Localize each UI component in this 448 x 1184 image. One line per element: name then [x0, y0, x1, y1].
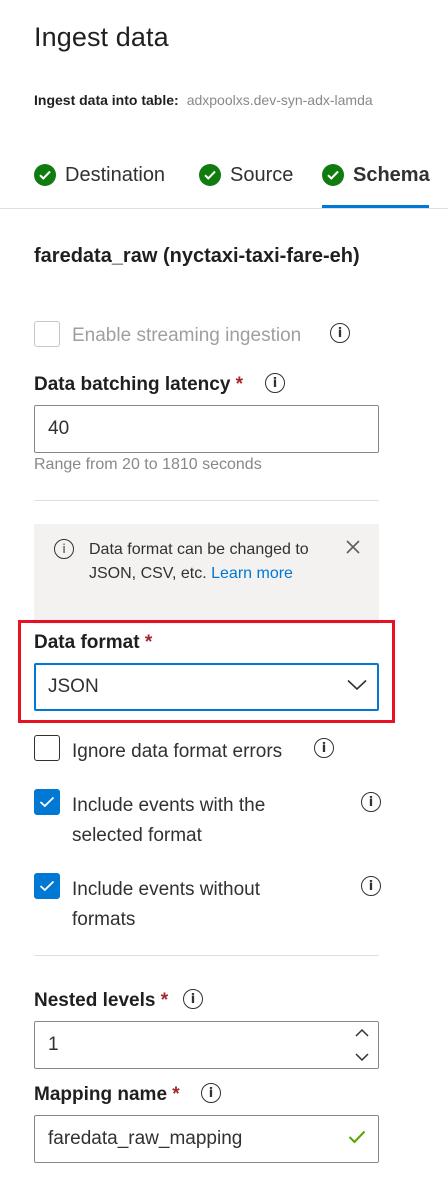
batching-label-text: Data batching latency [34, 374, 231, 395]
nested-levels-label-text: Nested levels [34, 990, 156, 1011]
include-without-label: Include events without formats [72, 879, 261, 930]
mapping-name-input[interactable]: faredata_raw_mapping [34, 1115, 379, 1163]
info-icon[interactable]: i [361, 876, 381, 896]
tab-schema[interactable]: Schema [322, 162, 430, 188]
tab-source[interactable]: Source [199, 162, 293, 188]
check-circle-icon [34, 164, 56, 186]
checkmark-icon [39, 880, 55, 892]
message-text: Data format can be changed to JSON, CSV,… [89, 538, 334, 586]
batching-latency-input[interactable]: 40 [34, 405, 379, 453]
valid-check-icon [348, 1130, 366, 1144]
checkmark-icon [39, 796, 55, 808]
page-title: Ingest data [34, 22, 169, 52]
data-format-label-text: Data format [34, 632, 140, 653]
streaming-checkbox[interactable] [34, 321, 60, 347]
data-format-label: Data format * [34, 632, 152, 654]
divider [34, 500, 379, 501]
batching-hint: Range from 20 to 1810 seconds [34, 456, 262, 473]
close-icon[interactable] [343, 537, 363, 557]
tab-source-label: Source [230, 163, 294, 186]
data-format-selected: JSON [48, 676, 99, 697]
required-marker: * [160, 990, 169, 1011]
data-format-dropdown[interactable]: JSON [34, 663, 379, 711]
divider [34, 955, 379, 956]
include-without-checkbox[interactable] [34, 873, 60, 899]
nested-levels-input[interactable]: 1 [34, 1021, 379, 1069]
chevron-down-icon [347, 679, 367, 691]
ignore-errors-checkbox[interactable] [34, 735, 60, 761]
batching-label: Data batching latency * [34, 374, 243, 396]
nested-levels-label: Nested levels * [34, 990, 168, 1012]
streaming-label: Enable streaming ingestion [72, 325, 302, 346]
active-tab-indicator [322, 205, 429, 208]
info-icon[interactable]: i [330, 323, 350, 343]
info-icon[interactable]: i [201, 1083, 221, 1103]
mapping-name-value: faredata_raw_mapping [48, 1128, 243, 1149]
info-message-bar: i Data format can be changed to JSON, CS… [34, 524, 379, 624]
tab-destination-label: Destination [65, 163, 166, 186]
nested-levels-value: 1 [48, 1034, 59, 1055]
mapping-name-label-text: Mapping name [34, 1084, 168, 1105]
include-selected-label: Include events with the selected format [72, 795, 266, 846]
required-marker: * [235, 374, 244, 395]
ignore-errors-label: Ignore data format errors [72, 741, 283, 762]
required-marker: * [144, 632, 153, 653]
spinner-icon[interactable] [354, 1026, 370, 1064]
tab-schema-label: Schema [353, 163, 430, 186]
check-circle-icon [199, 164, 221, 186]
batching-latency-value: 40 [48, 418, 70, 439]
tab-destination[interactable]: Destination [34, 162, 165, 188]
info-icon: i [54, 539, 74, 559]
info-icon[interactable]: i [265, 373, 285, 393]
info-icon[interactable]: i [361, 792, 381, 812]
info-icon[interactable]: i [183, 989, 203, 1009]
info-icon[interactable]: i [314, 738, 334, 758]
include-selected-checkbox[interactable] [34, 789, 60, 815]
check-circle-icon [322, 164, 344, 186]
ingest-target-value: adxpoolxs.dev-syn-adx-lamda [186, 92, 373, 108]
learn-more-link[interactable]: Learn more [211, 565, 293, 582]
wizard-tabs: Destination Source Schema [0, 150, 448, 209]
ingest-target: Ingest data into table: adxpoolxs.dev-syn… [34, 92, 448, 108]
required-marker: * [172, 1084, 180, 1105]
section-title: faredata_raw (nyctaxi-taxi-fare-eh) [34, 245, 360, 267]
mapping-name-label: Mapping name * [34, 1084, 180, 1106]
ingest-target-label: Ingest data into table: [34, 92, 179, 108]
